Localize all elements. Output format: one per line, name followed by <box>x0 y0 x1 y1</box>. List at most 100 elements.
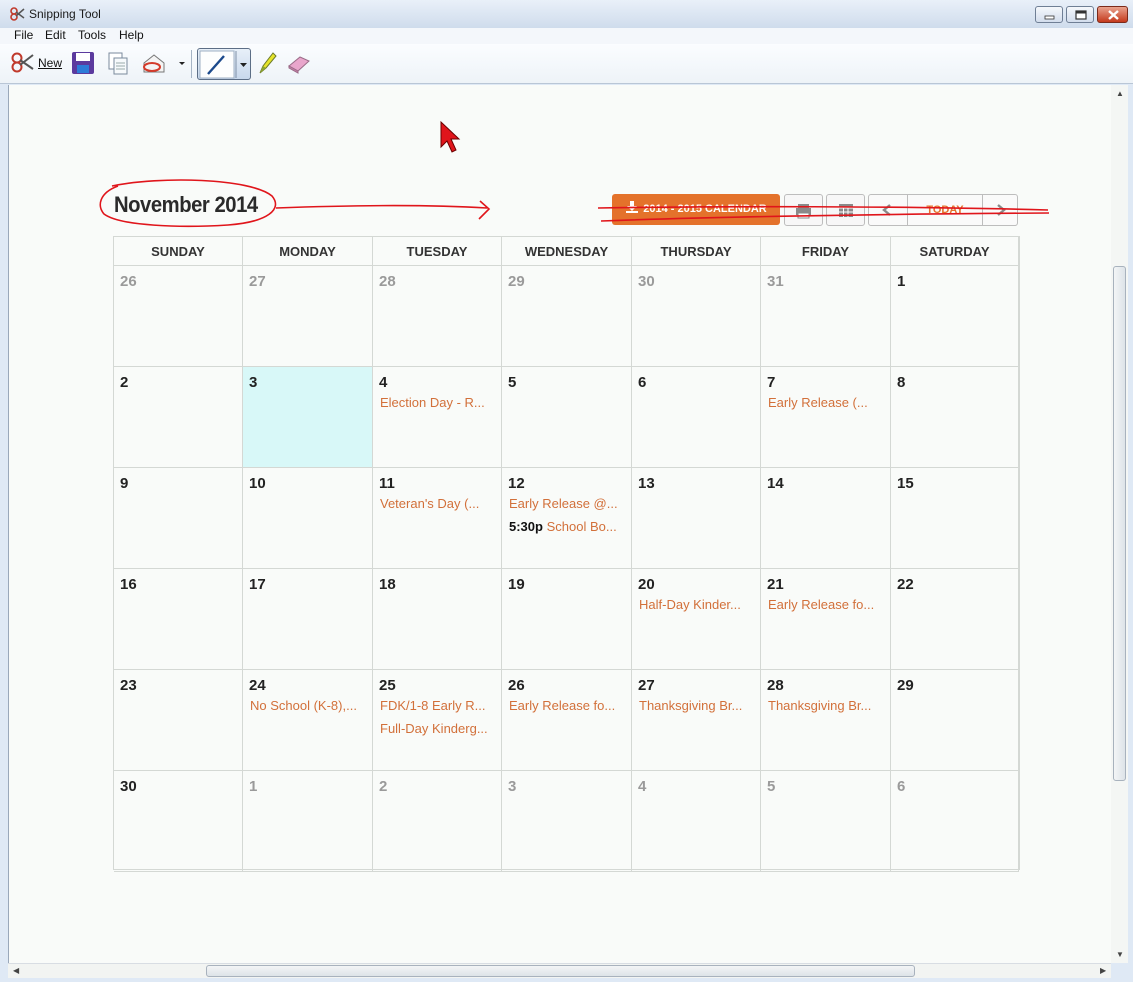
close-button[interactable] <box>1097 6 1128 23</box>
day-cell[interactable]: 27 Thanksgiving Br... <box>632 670 761 771</box>
day-cell[interactable]: 22 <box>891 569 1019 670</box>
day-cell[interactable]: 6 <box>891 771 1019 872</box>
window-title: Snipping Tool <box>29 7 101 21</box>
month-title: November 2014 <box>114 192 258 217</box>
day-cell[interactable]: 16 <box>114 569 243 670</box>
eraser-button[interactable] <box>286 50 312 76</box>
scroll-down-icon[interactable]: ▼ <box>1116 950 1124 959</box>
maximize-button[interactable] <box>1066 6 1094 23</box>
year-calendar-label: 2014 - 2015 CALENDAR <box>643 203 767 215</box>
day-number: 26 <box>120 273 137 290</box>
next-month-button[interactable] <box>983 195 1020 225</box>
day-cell[interactable]: 27 <box>243 266 373 367</box>
day-cell[interactable]: 1 <box>243 771 373 872</box>
scroll-up-icon[interactable]: ▲ <box>1116 89 1124 98</box>
day-cell[interactable]: 2 <box>114 367 243 468</box>
day-cell[interactable]: 30 <box>632 266 761 367</box>
day-cell[interactable]: 4 <box>632 771 761 872</box>
scissors-icon <box>11 52 34 73</box>
day-cell[interactable]: 14 <box>761 468 891 569</box>
day-cell[interactable]: 21 Early Release fo... <box>761 569 891 670</box>
menu-file[interactable]: File <box>14 28 33 42</box>
day-cell[interactable]: 17 <box>243 569 373 670</box>
event-title: FDK/1-8 Early R... <box>380 698 486 713</box>
calendar-event[interactable]: 5:30p School Bo... <box>509 519 624 534</box>
calendar-event[interactable]: Half-Day Kinder... <box>639 597 754 612</box>
vertical-scroll-thumb[interactable] <box>1113 266 1126 781</box>
scroll-left-icon[interactable]: ◀ <box>13 966 19 975</box>
copy-button[interactable] <box>105 50 131 76</box>
minimize-button[interactable] <box>1035 6 1063 23</box>
day-number: 11 <box>379 475 395 492</box>
calendar-event[interactable]: Thanksgiving Br... <box>768 698 883 713</box>
calendar-event[interactable]: Early Release fo... <box>509 698 624 713</box>
day-cell[interactable]: 6 <box>632 367 761 468</box>
prev-month-button[interactable] <box>869 195 906 225</box>
weekday-header-tuesday: TUESDAY <box>373 237 502 266</box>
highlighter-button[interactable] <box>256 50 278 76</box>
day-cell[interactable]: 5 <box>502 367 632 468</box>
calendar-event[interactable]: Early Release @... <box>509 496 624 511</box>
day-cell[interactable]: 18 <box>373 569 502 670</box>
save-button[interactable] <box>70 50 96 76</box>
day-cell[interactable]: 25 FDK/1-8 Early R... Full-Day Kinderg... <box>373 670 502 771</box>
day-cell[interactable]: 30 <box>114 771 243 872</box>
send-snip-icon <box>143 54 185 73</box>
day-cell[interactable]: 4 Election Day - R... <box>373 367 502 468</box>
calendar-event[interactable]: Early Release (... <box>768 395 883 410</box>
day-cell[interactable]: 12 Early Release @... 5:30p School Bo... <box>502 468 632 569</box>
day-cell[interactable]: 29 <box>891 670 1019 771</box>
day-cell[interactable]: 8 <box>891 367 1019 468</box>
day-cell[interactable]: 20 Half-Day Kinder... <box>632 569 761 670</box>
day-cell[interactable]: 2 <box>373 771 502 872</box>
day-cell[interactable]: 24 No School (K-8),... <box>243 670 373 771</box>
calendar-event[interactable]: Early Release fo... <box>768 597 883 612</box>
day-cell[interactable]: 5 <box>761 771 891 872</box>
calendar-event[interactable]: FDK/1-8 Early R... <box>380 698 495 713</box>
day-cell[interactable]: 10 <box>243 468 373 569</box>
event-title: Half-Day Kinder... <box>639 597 741 612</box>
day-cell[interactable]: 19 <box>502 569 632 670</box>
chevron-left-icon <box>882 204 891 216</box>
calendar-event[interactable]: No School (K-8),... <box>250 698 365 713</box>
today-button[interactable]: TODAY <box>907 195 983 225</box>
day-number: 29 <box>508 273 525 290</box>
day-cell[interactable]: 11 Veteran's Day (... <box>373 468 502 569</box>
menu-edit[interactable]: Edit <box>45 28 66 42</box>
day-cell[interactable]: 1 <box>891 266 1019 367</box>
calendar-event[interactable]: Election Day - R... <box>380 395 495 410</box>
scroll-right-icon[interactable]: ▶ <box>1100 966 1106 975</box>
day-number: 30 <box>120 778 137 795</box>
day-number: 12 <box>508 475 525 492</box>
horizontal-scroll-thumb[interactable] <box>206 965 915 977</box>
day-cell[interactable]: 3 <box>243 367 373 468</box>
send-snip-button[interactable] <box>140 50 188 76</box>
day-cell[interactable]: 28 <box>373 266 502 367</box>
year-calendar-button[interactable]: 2014 - 2015 CALENDAR <box>612 194 780 225</box>
day-cell[interactable]: 15 <box>891 468 1019 569</box>
day-cell[interactable]: 7 Early Release (... <box>761 367 891 468</box>
day-cell[interactable]: 31 <box>761 266 891 367</box>
day-number: 22 <box>897 576 914 593</box>
menu-tools[interactable]: Tools <box>78 28 106 42</box>
day-cell[interactable]: 23 <box>114 670 243 771</box>
day-cell[interactable]: 28 Thanksgiving Br... <box>761 670 891 771</box>
copy-icon <box>108 52 128 75</box>
menu-help[interactable]: Help <box>119 28 144 42</box>
day-cell[interactable]: 9 <box>114 468 243 569</box>
save-icon <box>72 52 94 74</box>
day-cell[interactable]: 29 <box>502 266 632 367</box>
calendar-event[interactable]: Veteran's Day (... <box>380 496 495 511</box>
day-number: 8 <box>897 374 906 391</box>
day-cell[interactable]: 13 <box>632 468 761 569</box>
pen-tool-button[interactable] <box>197 48 251 80</box>
day-cell[interactable]: 3 <box>502 771 632 872</box>
day-cell[interactable]: 26 Early Release fo... <box>502 670 632 771</box>
month-view-button[interactable] <box>826 194 865 226</box>
day-number: 3 <box>249 374 258 391</box>
day-cell[interactable]: 26 <box>114 266 243 367</box>
print-button[interactable] <box>784 194 823 226</box>
calendar-event[interactable]: Full-Day Kinderg... <box>380 721 495 736</box>
event-title: Early Release (... <box>768 395 868 410</box>
calendar-event[interactable]: Thanksgiving Br... <box>639 698 754 713</box>
